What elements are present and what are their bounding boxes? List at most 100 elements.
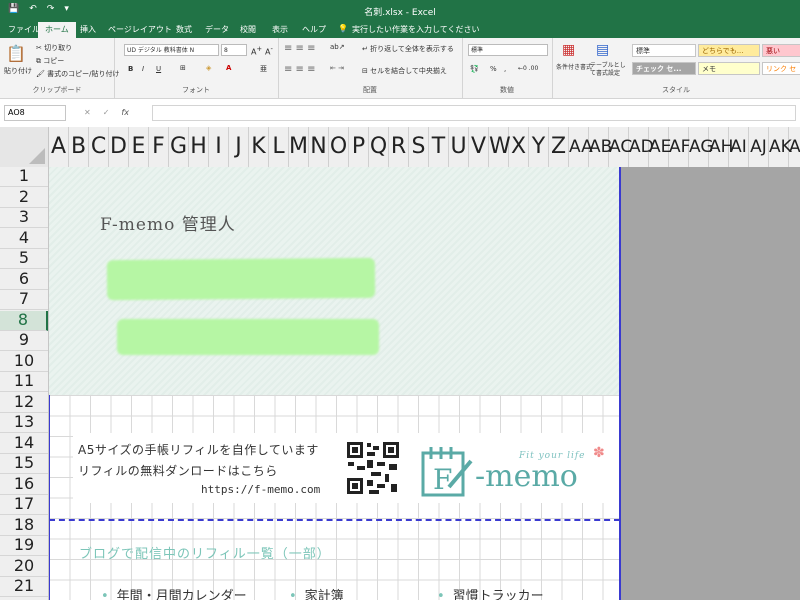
row-header[interactable]: 9 (0, 331, 48, 351)
row-header[interactable]: 2 (0, 187, 48, 208)
orientation-icon[interactable]: ab↗ (330, 43, 345, 51)
column-header[interactable]: I (209, 127, 229, 167)
promo-url[interactable]: https://f-memo.com (201, 483, 320, 496)
column-header[interactable]: AG (689, 127, 714, 167)
font-color-icon[interactable]: A (226, 64, 231, 72)
row-header[interactable]: 3 (0, 208, 48, 228)
shrink-font-button[interactable]: A- (265, 45, 273, 57)
align-top-icon[interactable]: ≡ ≡ ≡ (284, 43, 316, 54)
column-header[interactable]: AH (709, 127, 733, 167)
insert-function-button[interactable]: fx (121, 108, 129, 117)
column-header[interactable]: W (489, 127, 511, 167)
column-header[interactable]: C (89, 127, 109, 167)
column-header[interactable]: AJ (749, 127, 769, 167)
tab-data[interactable]: データ (205, 24, 229, 35)
row-header[interactable]: 6 (0, 269, 48, 290)
style-normal[interactable]: 標準 (632, 44, 696, 57)
tab-help[interactable]: ヘルプ (302, 24, 326, 35)
style-memo[interactable]: メモ (698, 62, 760, 75)
column-header[interactable]: AF (669, 127, 690, 167)
column-header[interactable]: AA (569, 127, 593, 167)
column-header[interactable]: P (349, 127, 369, 167)
column-header[interactable]: U (449, 127, 469, 167)
decimal-icon[interactable]: ←0 .00 (518, 65, 538, 72)
cancel-icon[interactable]: ✕ (84, 108, 91, 117)
row-header[interactable]: 19 (0, 536, 48, 556)
bold-button[interactable]: B (128, 65, 133, 73)
font-name-select[interactable]: UD デジタル 教科書体 N (124, 44, 219, 56)
tab-formulas[interactable]: 数式 (176, 24, 192, 35)
enter-icon[interactable]: ✓ (103, 108, 110, 117)
select-all-corner[interactable] (0, 127, 49, 167)
conditional-format-button[interactable]: 条件付き書式 (556, 62, 592, 71)
font-size-select[interactable]: 8 (221, 44, 247, 56)
tab-file[interactable]: ファイル (8, 24, 40, 35)
style-check-cell[interactable]: チェック セ... (632, 62, 696, 75)
column-header[interactable]: V (469, 127, 489, 167)
column-header[interactable]: H (189, 127, 209, 167)
wrap-text-button[interactable]: ↵ 折り返して全体を表示する (362, 44, 454, 54)
border-icon[interactable]: ⊞ (180, 64, 186, 72)
column-header[interactable]: F (149, 127, 169, 167)
paste-icon[interactable]: 📋 (6, 44, 26, 63)
column-header[interactable]: E (129, 127, 149, 167)
column-header[interactable]: G (169, 127, 189, 167)
row-header[interactable]: 14 (0, 433, 48, 454)
align-left-icon[interactable]: ≡ ≡ ≡ (284, 64, 316, 75)
column-header[interactable]: AB (589, 127, 612, 167)
tell-me-input[interactable]: 実行したい作業を入力してください (352, 24, 480, 35)
tab-home[interactable]: ホーム (38, 22, 76, 39)
column-header[interactable]: AL (789, 127, 800, 167)
format-table-button[interactable]: テーブルとして書式設定 (590, 62, 630, 78)
column-header[interactable]: N (309, 127, 329, 167)
row-header[interactable]: 8 (0, 310, 48, 331)
cut-button[interactable]: ✂ 切り取り (36, 43, 72, 53)
column-header[interactable]: Z (549, 127, 569, 167)
grow-font-button[interactable]: A+ (251, 45, 262, 57)
style-neutral[interactable]: どちらでも... (698, 44, 760, 57)
row-header[interactable]: 4 (0, 228, 48, 249)
column-header[interactable]: L (269, 127, 289, 167)
row-header[interactable]: 7 (0, 290, 48, 310)
column-header[interactable]: D (109, 127, 129, 167)
italic-button[interactable]: I (142, 65, 144, 73)
column-header[interactable]: O (329, 127, 349, 167)
column-header[interactable]: T (429, 127, 449, 167)
style-bad[interactable]: 悪い (762, 44, 800, 57)
tab-review[interactable]: 校閲 (240, 24, 256, 35)
copy-button[interactable]: ⧉ コピー (36, 56, 64, 66)
row-header[interactable]: 18 (0, 515, 48, 536)
row-header[interactable]: 17 (0, 495, 48, 515)
comma-button[interactable]: , (504, 65, 506, 73)
column-header[interactable]: J (229, 127, 249, 167)
indent-icon[interactable]: ⇤ ⇥ (330, 64, 344, 72)
conditional-format-icon[interactable]: ▦ (562, 42, 575, 58)
style-linked-cell[interactable]: リンク セ (762, 62, 800, 75)
formula-input[interactable] (152, 105, 796, 121)
row-header[interactable]: 15 (0, 454, 48, 474)
row-header[interactable]: 13 (0, 413, 48, 433)
number-format-select[interactable]: 標準 (468, 44, 548, 56)
tab-view[interactable]: 表示 (272, 24, 288, 35)
worksheet[interactable]: F-memo 管理人 A5サイズの手帳リフィルを自作しています リフィルの無料ダ… (49, 167, 620, 600)
tab-page-layout[interactable]: ページレイアウト (108, 24, 172, 35)
phonetic-icon[interactable]: 亜 (260, 64, 267, 74)
row-header[interactable]: 11 (0, 372, 48, 392)
column-header[interactable]: Y (529, 127, 549, 167)
merge-center-button[interactable]: ⊟ セルを結合して中央揃え (362, 66, 447, 76)
column-header[interactable]: A (49, 127, 69, 167)
name-box[interactable]: AO8 (4, 105, 66, 121)
currency-icon[interactable]: 💱 (470, 65, 479, 73)
percent-button[interactable]: % (490, 65, 497, 73)
row-header[interactable]: 12 (0, 392, 48, 413)
row-header[interactable]: 20 (0, 556, 48, 577)
row-header[interactable]: 10 (0, 351, 48, 372)
column-header[interactable]: AK (769, 127, 792, 167)
column-header[interactable]: X (509, 127, 529, 167)
column-header[interactable]: Q (369, 127, 389, 167)
row-header[interactable]: 1 (0, 167, 48, 187)
column-header[interactable]: AI (729, 127, 749, 167)
format-painter-button[interactable]: 🖌 書式のコピー/貼り付け (36, 69, 119, 79)
row-header[interactable]: 21 (0, 577, 48, 597)
format-table-icon[interactable]: ▤ (596, 42, 609, 58)
